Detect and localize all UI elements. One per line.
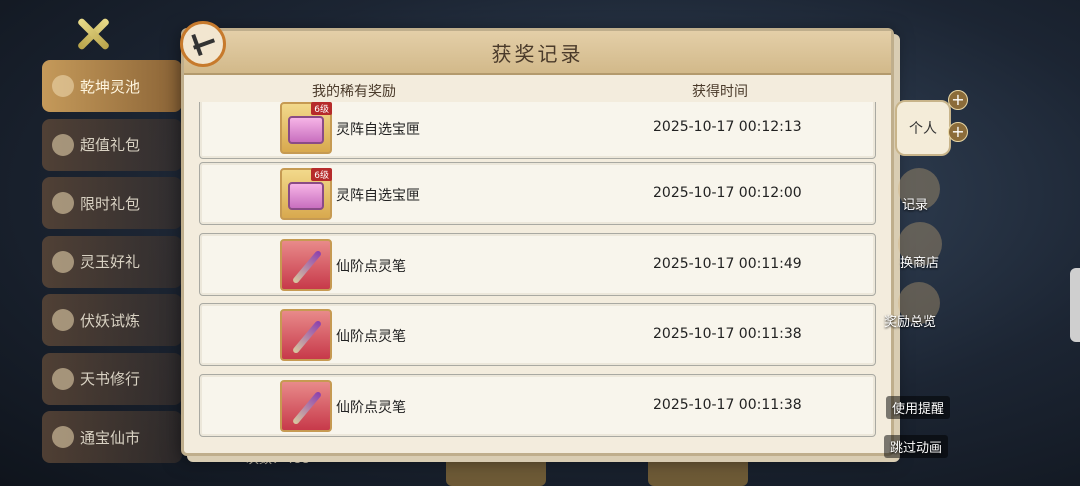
reward-time: 2025-10-17 00:12:00 [653,185,802,201]
treasure-chest-icon[interactable]: 6级 [280,168,332,220]
brush-icon[interactable] [280,239,332,291]
side-item-jade-gift[interactable]: 灵玉好礼 [42,235,182,288]
draw-button-right[interactable] [648,452,748,486]
side-item-label: 灵玉好礼 [80,253,141,271]
gift-icon [52,192,74,214]
side-item-label: 乾坤灵池 [80,77,141,96]
draw-button-left[interactable] [446,452,546,486]
reward-time: 2025-10-17 00:11:38 [653,397,802,413]
edge-handle[interactable] [1070,268,1080,342]
reward-name: 仙阶点灵笔 [336,259,406,275]
side-menu: 乾坤灵池 超值礼包 限时礼包 灵玉好礼 伏妖试炼 天书修行 通宝仙市 [42,60,182,470]
table-row: 仙阶点灵笔 2025-10-17 00:11:38 [199,374,876,437]
record-list[interactable]: 6级 灵阵自选宝匣 2025-10-17 00:12:13 6级 灵阵自选宝匣 … [196,102,876,440]
reward-time: 2025-10-17 00:11:49 [653,256,802,272]
side-item-label: 天书修行 [80,370,141,388]
reward-time: 2025-10-17 00:12:13 [653,119,802,135]
side-item-trial[interactable]: 伏妖试炼 [42,294,182,346]
jade-icon [52,250,74,273]
brush-shape [291,249,323,285]
record-label[interactable]: 记录 [902,194,928,213]
brush-icon[interactable] [280,380,332,432]
plus-icon[interactable]: + [948,90,968,110]
chest-shape [288,182,324,210]
mascot-close-icon[interactable] [180,21,226,67]
reward-name: 仙阶点灵笔 [336,400,406,416]
use-reminder-toggle[interactable]: 使用提醒 [886,396,951,419]
side-item-value-pack[interactable]: 超值礼包 [42,118,182,171]
table-row: 仙阶点灵笔 2025-10-17 00:11:38 [199,303,876,366]
plus-icon[interactable]: + [948,122,968,142]
brush-icon[interactable] [280,309,332,361]
award-record-modal: 获奖记录 我的稀有奖励 获得时间 6级 灵阵自选宝匣 2025-10-17 00… [180,21,894,456]
level-badge: 6级 [311,102,332,115]
chest-shape [288,116,324,144]
table-row: 6级 灵阵自选宝匣 2025-10-17 00:12:13 [199,102,876,159]
close-icon[interactable] [72,14,112,54]
side-item-limited-pack[interactable]: 限时礼包 [42,177,182,229]
reward-name: 仙阶点灵笔 [336,329,406,345]
side-item-qiankun[interactable]: 乾坤灵池 [42,60,182,112]
reward-time: 2025-10-17 00:11:38 [653,326,802,342]
column-headers: 我的稀有奖励 获得时间 [184,79,891,101]
table-row: 仙阶点灵笔 2025-10-17 00:11:49 [199,233,876,296]
skip-animation-toggle[interactable]: 跳过动画 [884,435,949,458]
side-item-label: 限时礼包 [80,194,141,213]
demon-icon [52,309,74,331]
column-time-header: 获得时间 [692,84,748,100]
shop-label[interactable]: 换商店 [900,252,939,271]
side-item-label: 伏妖试炼 [80,311,141,330]
level-badge: 6级 [311,168,332,181]
side-item-tianshu[interactable]: 天书修行 [42,352,182,405]
table-row: 6级 灵阵自选宝匣 2025-10-17 00:12:00 [199,162,876,225]
side-item-market[interactable]: 通宝仙市 [42,411,182,463]
reward-name: 灵阵自选宝匣 [336,122,420,138]
column-reward-header: 我的稀有奖励 [312,84,396,100]
pool-icon [52,75,74,97]
side-item-label: 通宝仙市 [80,428,141,447]
modal-title: 获奖记录 [491,41,584,66]
gift-icon [52,133,74,156]
brush-shape [291,319,323,355]
rewards-overview-label[interactable]: 奖励总览 [884,311,936,330]
brush-shape [291,390,323,426]
book-icon [52,367,74,390]
side-item-label: 超值礼包 [80,136,141,154]
reward-name: 灵阵自选宝匣 [336,188,420,204]
treasure-chest-icon[interactable]: 6级 [280,102,332,154]
modal-header: 获奖记录 [184,31,891,75]
tab-personal[interactable]: 个人 [895,100,951,156]
coin-icon [52,426,74,448]
